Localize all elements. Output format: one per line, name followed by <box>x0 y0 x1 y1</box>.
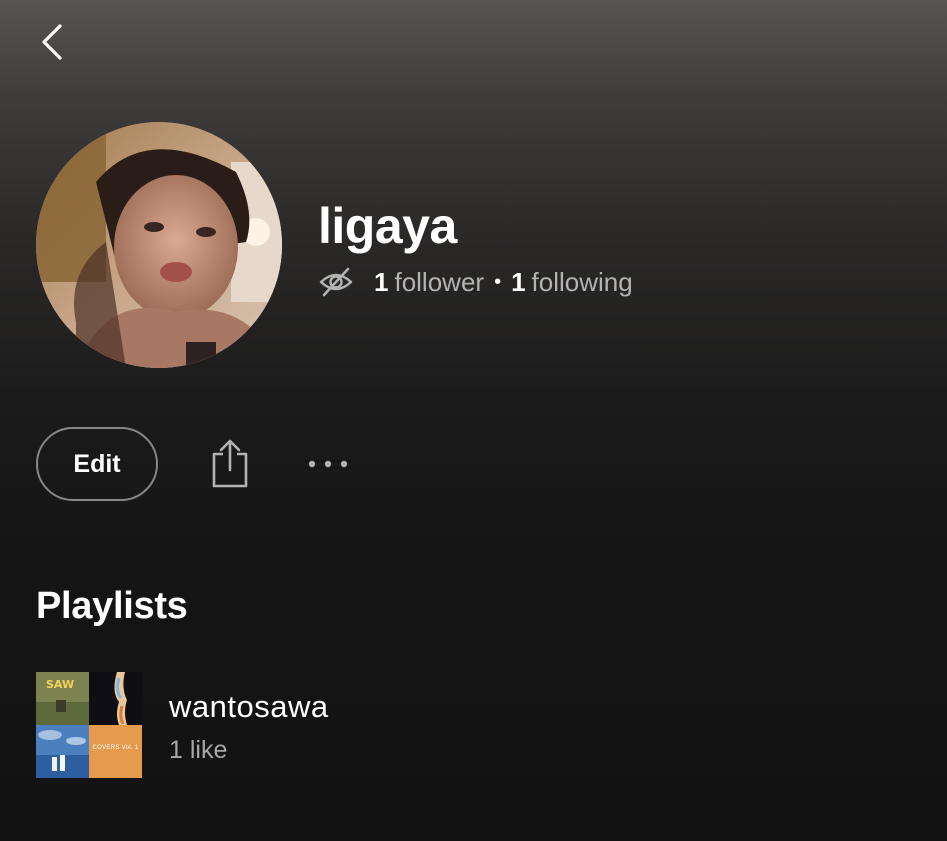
following-label: following <box>531 266 633 297</box>
cover-tile-1: SAW <box>36 672 89 725</box>
eye-off-icon <box>318 267 354 297</box>
follow-stats: 1 follower • 1 following <box>318 265 633 299</box>
share-button[interactable] <box>204 436 256 492</box>
cover-tile-3 <box>36 725 89 778</box>
profile-name: ligaya <box>318 198 457 254</box>
cover-tile-2 <box>89 672 142 725</box>
more-horizontal-icon <box>306 459 350 469</box>
following-count: 1 <box>511 266 526 297</box>
playlist-name: wantosawa <box>169 689 329 724</box>
svg-text:SAW: SAW <box>46 678 74 691</box>
playlist-item[interactable]: SAW COVERS Vol. 1 wantosawa 1 like <box>36 672 916 778</box>
playlists-section-title: Playlists <box>36 585 188 627</box>
followers-label: follower <box>394 266 485 297</box>
chevron-left-icon <box>39 22 65 67</box>
cover-title: COVERS Vol. 1 <box>92 745 139 751</box>
edit-button[interactable]: Edit <box>36 427 158 501</box>
followers-count: 1 <box>374 266 389 297</box>
playlist-likes: 1 like <box>169 736 228 764</box>
following-link[interactable]: 1 following <box>511 267 633 298</box>
followers-link[interactable]: 1 follower <box>374 267 484 298</box>
share-icon <box>208 438 252 490</box>
stats-separator: • <box>494 270 502 293</box>
playlist-cover: SAW COVERS Vol. 1 <box>36 672 142 778</box>
back-button[interactable] <box>30 22 74 66</box>
cover-tile-4: COVERS Vol. 1 <box>89 725 142 778</box>
more-options-button[interactable] <box>300 444 356 484</box>
avatar[interactable] <box>36 122 282 368</box>
